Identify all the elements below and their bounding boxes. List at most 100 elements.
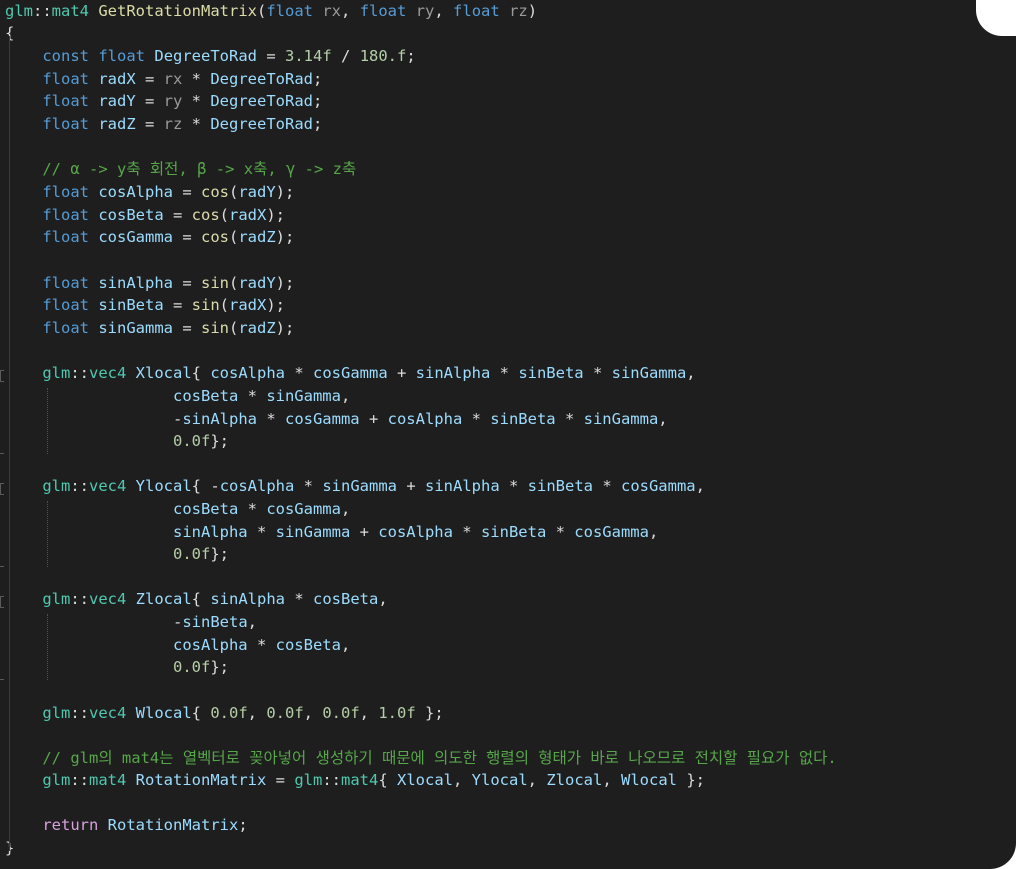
code-line[interactable]: // α -> y축 회전, β -> x축, γ -> z축 xyxy=(5,158,356,180)
code-token-punc xyxy=(126,477,135,495)
code-token-id: RotationMatrix xyxy=(135,771,267,789)
fold-marker-xlocal[interactable] xyxy=(0,370,4,382)
code-token-punc: = xyxy=(135,115,164,133)
code-token-kw: float xyxy=(42,228,89,246)
code-token-punc: * xyxy=(546,523,575,541)
code-token-ns: mat4 xyxy=(89,771,127,789)
code-line[interactable]: 0.0f}; xyxy=(5,430,229,452)
code-token-punc: { xyxy=(378,771,397,789)
code-token-num: 180.f xyxy=(359,47,407,65)
code-token-punc: = xyxy=(173,183,201,201)
code-token-kw: float xyxy=(42,115,89,133)
code-line[interactable]: float cosGamma = cos(radZ); xyxy=(5,226,294,248)
code-token-id: RotationMatrix xyxy=(107,816,239,834)
code-token-punc: - xyxy=(210,477,220,495)
code-token-kw: float xyxy=(453,2,500,20)
indent-guide xyxy=(9,36,10,851)
code-line[interactable]: glm::vec4 Ylocal{ -cosAlpha * sinGamma +… xyxy=(5,475,705,497)
fold-end-xlocal xyxy=(0,453,4,454)
code-token-id: sinBeta xyxy=(527,477,593,495)
code-token-id: cosBeta xyxy=(313,590,379,608)
code-token-punc: * xyxy=(238,387,267,405)
code-token-param: rz xyxy=(163,115,183,133)
code-line[interactable]: cosBeta * sinGamma, xyxy=(5,385,350,407)
code-token-punc: , xyxy=(341,2,360,20)
code-line[interactable]: const float DegreeToRad = 3.14f / 180.f; xyxy=(5,45,415,67)
code-token-punc: , xyxy=(527,771,547,789)
code-token-punc: = xyxy=(163,206,192,224)
code-token-id: cosBeta xyxy=(172,387,239,405)
code-token-punc: , xyxy=(340,636,351,654)
code-line[interactable]: float sinAlpha = sin(radY); xyxy=(5,272,294,294)
code-token-fn: sin xyxy=(191,296,220,314)
code-line[interactable]: glm::mat4 RotationMatrix = glm::mat4{ Xl… xyxy=(5,769,705,791)
code-line[interactable]: return RotationMatrix; xyxy=(5,814,247,836)
code-token-punc: * xyxy=(247,636,276,654)
code-token-id: cosAlpha xyxy=(210,364,285,382)
code-token-id: radX xyxy=(98,70,136,88)
code-token-punc xyxy=(500,2,509,20)
code-token-ns: mat4 xyxy=(341,771,379,789)
fold-marker-zlocal[interactable] xyxy=(0,596,4,608)
code-token-kw: const xyxy=(42,47,89,65)
code-token-punc: , xyxy=(453,771,472,789)
code-line[interactable]: float sinBeta = sin(radX); xyxy=(5,294,285,316)
code-line[interactable]: float cosAlpha = cos(radY); xyxy=(5,181,294,203)
code-token-id: radZ xyxy=(98,115,136,133)
code-token-id: sinBeta xyxy=(518,364,584,382)
code-token-punc: :: xyxy=(70,364,89,382)
code-line[interactable]: glm::vec4 Wlocal{ 0.0f, 0.0f, 0.0f, 1.0f… xyxy=(5,702,443,724)
code-token-punc: ( xyxy=(229,183,239,201)
code-token-id: cosBeta xyxy=(98,206,164,224)
code-line[interactable]: 0.0f}; xyxy=(5,543,229,565)
code-token-punc xyxy=(5,70,42,88)
code-token-ns: glm xyxy=(5,2,33,20)
code-token-punc: * xyxy=(499,477,528,495)
code-token-id: sinAlpha xyxy=(182,410,257,428)
code-line[interactable]: float radY = ry * DegreeToRad; xyxy=(5,90,322,112)
code-line[interactable]: float radZ = rz * DegreeToRad; xyxy=(5,113,322,135)
code-token-id: sinGamma xyxy=(583,410,659,428)
code-token-punc: ) xyxy=(527,2,538,20)
code-line[interactable]: glm::vec4 Xlocal{ cosAlpha * cosGamma + … xyxy=(5,362,696,384)
code-token-punc: ; xyxy=(313,70,323,88)
code-token-punc xyxy=(5,228,42,246)
code-token-id: sinAlpha xyxy=(210,590,285,608)
code-token-punc: :: xyxy=(33,2,52,20)
code-token-punc: }; xyxy=(677,771,706,789)
code-line[interactable]: cosBeta * cosGamma, xyxy=(5,498,350,520)
code-token-punc: }; xyxy=(210,545,229,563)
code-token-punc: , xyxy=(340,500,351,518)
code-token-id: sinAlpha xyxy=(172,523,248,541)
code-token-id: cosAlpha xyxy=(98,183,173,201)
code-token-punc xyxy=(126,364,135,382)
code-line[interactable]: 0.0f}; xyxy=(5,656,229,678)
code-token-punc xyxy=(98,816,107,834)
code-token-punc: ( xyxy=(256,2,267,20)
code-token-id: radX xyxy=(229,206,267,224)
code-line[interactable]: float cosBeta = cos(radX); xyxy=(5,204,285,226)
code-line[interactable]: -sinBeta, xyxy=(5,611,257,633)
code-token-punc xyxy=(5,749,42,767)
code-token-punc xyxy=(5,296,42,314)
code-line[interactable]: // glm의 mat4는 열벡터로 꽂아넣어 생성하기 때문에 의도한 행렬의… xyxy=(5,747,836,769)
code-token-punc: , xyxy=(340,387,351,405)
code-line[interactable]: -sinAlpha * cosGamma + cosAlpha * sinBet… xyxy=(5,408,668,430)
code-token-punc xyxy=(5,816,42,834)
code-token-punc: - xyxy=(172,410,183,428)
code-line[interactable]: sinAlpha * sinGamma + cosAlpha * sinBeta… xyxy=(5,521,658,543)
code-line[interactable]: float sinGamma = sin(radZ); xyxy=(5,317,294,339)
code-token-punc: ( xyxy=(229,274,239,292)
code-editor[interactable]: glm::mat4 GetRotationMatrix(float rx, fl… xyxy=(0,0,1016,869)
code-token-punc: ); xyxy=(275,319,295,337)
code-line[interactable]: float radX = rx * DegreeToRad; xyxy=(5,68,322,90)
code-line[interactable]: glm::mat4 GetRotationMatrix(float rx, fl… xyxy=(5,0,537,22)
code-token-id: sinBeta xyxy=(480,523,547,541)
fold-marker-ylocal[interactable] xyxy=(0,483,4,495)
code-line[interactable]: glm::vec4 Zlocal{ sinAlpha * cosBeta, xyxy=(5,588,387,610)
code-token-kw: float xyxy=(42,319,89,337)
code-line[interactable]: cosAlpha * cosBeta, xyxy=(5,634,350,656)
code-token-punc: , xyxy=(686,364,696,382)
fold-end-ylocal xyxy=(0,566,4,567)
code-token-punc: = xyxy=(173,319,201,337)
